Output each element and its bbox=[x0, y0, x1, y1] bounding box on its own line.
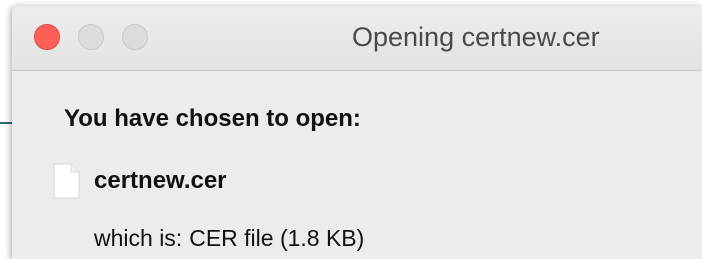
zoom-window-button[interactable] bbox=[122, 24, 148, 50]
dialog-content: You have chosen to open: certnew.cer whi… bbox=[12, 71, 702, 259]
open-prompt-heading: You have chosen to open: bbox=[64, 105, 361, 132]
file-type-label: which is: bbox=[94, 225, 183, 251]
close-window-button[interactable] bbox=[34, 24, 60, 50]
file-type-value: CER file (1.8 KB) bbox=[189, 225, 365, 251]
file-name: certnew.cer bbox=[94, 167, 227, 194]
backdrop-accent-line bbox=[0, 122, 12, 124]
title-bar[interactable]: Opening certnew.cer bbox=[12, 6, 702, 71]
minimize-window-button[interactable] bbox=[78, 24, 104, 50]
download-dialog-window: Opening certnew.cer You have chosen to o… bbox=[12, 6, 702, 259]
document-icon bbox=[53, 163, 80, 199]
file-type-row: which is: CER file (1.8 KB) bbox=[94, 225, 364, 252]
window-title: Opening certnew.cer bbox=[352, 22, 600, 52]
